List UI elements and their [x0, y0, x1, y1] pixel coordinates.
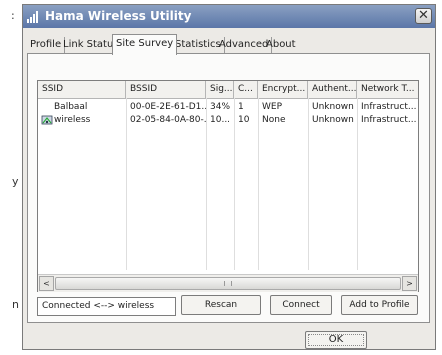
stray-glyph-1: : — [11, 9, 15, 22]
connect-button[interactable]: Connect — [270, 295, 332, 315]
horizontal-scrollbar[interactable]: < > — [38, 274, 418, 292]
cell-bssid: 02-05-84-0A-80-... — [130, 115, 206, 125]
title-bar[interactable]: Hama Wireless Utility ✕ — [23, 5, 435, 28]
column-header-ssid[interactable]: SSID — [38, 81, 126, 98]
cell-signal: 34% — [210, 102, 231, 112]
ok-button-label: OK — [328, 334, 344, 345]
cell-bssid: 00-0E-2E-61-D1... — [130, 102, 206, 112]
ok-button[interactable]: OK — [305, 331, 367, 349]
cell-ssid: Balbaal — [54, 102, 88, 112]
chevron-right-icon: > — [406, 279, 413, 288]
scroll-right-button[interactable]: > — [402, 276, 417, 291]
add-to-profile-button[interactable]: Add to Profile — [341, 295, 418, 315]
hama-wireless-utility-window: Hama Wireless Utility ✕ Profile Link Sta… — [22, 4, 436, 350]
cell-authentication: Unknown — [312, 115, 354, 125]
stray-glyph-3: n — [12, 298, 19, 311]
cell-signal: 10... — [210, 115, 231, 125]
table-row[interactable]: wireless 02-05-84-0A-80-... 10... 10 Non… — [38, 113, 418, 127]
table-row[interactable]: Balbaal 00-0E-2E-61-D1... 34% 1 WEP Unkn… — [38, 100, 418, 114]
list-header: SSID BSSID Sig... C... Encrypt... Authen… — [38, 81, 418, 99]
cell-channel: 1 — [238, 102, 244, 112]
network-list[interactable]: SSID BSSID Sig... C... Encrypt... Authen… — [37, 80, 419, 292]
cell-encryption: None — [262, 115, 286, 125]
scroll-thumb[interactable] — [55, 277, 401, 290]
cell-channel: 10 — [238, 115, 250, 125]
column-header-bssid[interactable]: BSSID — [126, 81, 206, 98]
close-button[interactable]: ✕ — [415, 8, 432, 24]
site-survey-panel: SSID BSSID Sig... C... Encrypt... Authen… — [27, 53, 430, 323]
stray-glyph-2: y — [12, 175, 19, 188]
column-header-encryption[interactable]: Encrypt... — [258, 81, 308, 98]
connection-status: Connected <--> wireless — [37, 297, 176, 316]
tab-about[interactable]: About — [263, 37, 299, 53]
column-header-network-type[interactable]: Network T... — [357, 81, 418, 98]
cell-ssid: wireless — [54, 115, 91, 125]
column-header-channel[interactable]: C... — [234, 81, 258, 98]
cell-network-type: Infrastruct... — [361, 115, 417, 125]
rescan-button[interactable]: Rescan — [181, 295, 261, 315]
cell-authentication: Unknown — [312, 102, 354, 112]
close-icon: ✕ — [418, 8, 429, 23]
column-header-signal[interactable]: Sig... — [206, 81, 234, 98]
window-title: Hama Wireless Utility — [45, 9, 192, 23]
tab-strip: Profile Link Status Site Survey Statisti… — [27, 34, 431, 55]
tab-site-survey[interactable]: Site Survey — [112, 34, 178, 55]
cell-encryption: WEP — [262, 102, 283, 112]
scroll-left-button[interactable]: < — [39, 276, 54, 291]
column-header-authentication[interactable]: Authent... — [308, 81, 357, 98]
chevron-left-icon: < — [43, 279, 50, 288]
signal-bars-icon — [27, 11, 38, 23]
cell-network-type: Infrastruct... — [361, 102, 417, 112]
